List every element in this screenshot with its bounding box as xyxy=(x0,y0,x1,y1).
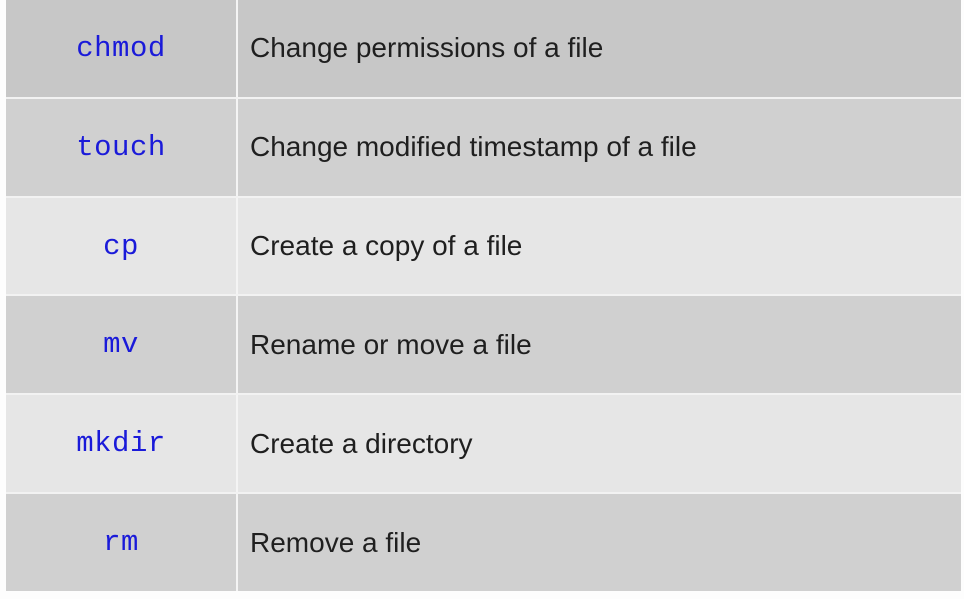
description-cell: Create a directory xyxy=(238,395,961,492)
command-description: Change modified timestamp of a file xyxy=(250,131,697,163)
table-row: cp Create a copy of a file xyxy=(6,197,961,297)
command-description: Rename or move a file xyxy=(250,328,532,360)
command-description: Change permissions of a file xyxy=(250,32,604,64)
command-cell: mv xyxy=(6,296,238,394)
description-cell: Remove a file xyxy=(238,494,961,591)
commands-table: chmod Change permissions of a file touch… xyxy=(6,0,961,591)
description-cell: Change permissions of a file xyxy=(238,0,961,97)
command-cell: mkdir xyxy=(6,395,238,493)
table-row: mv Rename or move a file xyxy=(6,296,961,396)
command-description: Create a directory xyxy=(250,427,473,459)
command-cell: chmod xyxy=(6,0,238,97)
command-cell: cp xyxy=(6,197,238,295)
command-name: rm xyxy=(103,526,139,560)
command-name: cp xyxy=(103,229,139,263)
command-cell: rm xyxy=(6,494,238,591)
description-cell: Create a copy of a file xyxy=(238,198,961,295)
table-row: touch Change modified timestamp of a fil… xyxy=(6,98,961,198)
command-cell: touch xyxy=(6,98,238,196)
table-row: rm Remove a file xyxy=(6,494,961,591)
command-description: Create a copy of a file xyxy=(250,230,523,262)
command-name: chmod xyxy=(76,31,166,65)
command-name: mv xyxy=(103,328,139,362)
command-name: touch xyxy=(76,130,166,164)
table-row: chmod Change permissions of a file xyxy=(6,0,961,99)
command-description: Remove a file xyxy=(250,526,422,558)
table-row: mkdir Create a directory xyxy=(6,395,961,495)
command-name: mkdir xyxy=(76,427,166,461)
description-cell: Rename or move a file xyxy=(238,296,961,393)
description-cell: Change modified timestamp of a file xyxy=(238,99,961,196)
